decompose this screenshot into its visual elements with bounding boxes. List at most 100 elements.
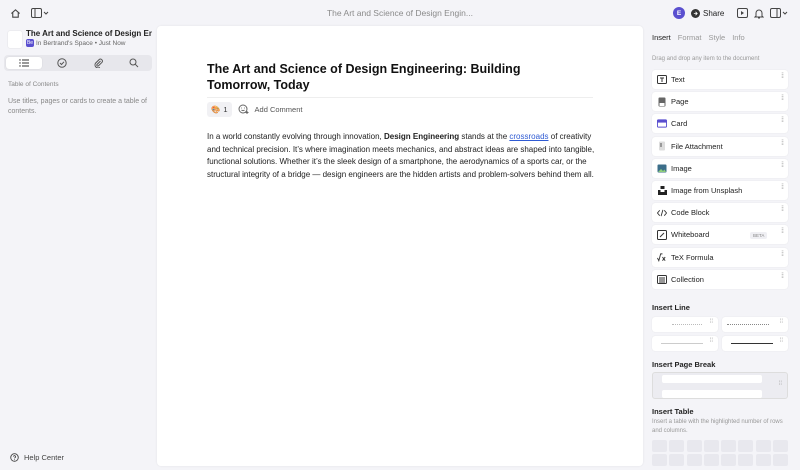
insert-panel: Insert Format Style Info Drag and drop a… <box>646 26 800 470</box>
table-cell[interactable] <box>773 454 789 467</box>
code-icon <box>657 208 667 218</box>
insert-items: Text ⁞⁞ Page ⁞⁞ Card ⁞⁞ File Attachment … <box>652 70 788 292</box>
insert-image-unsplash[interactable]: Image from Unsplash ⁞⁞ <box>652 180 788 200</box>
insert-image[interactable]: Image ⁞⁞ <box>652 158 788 178</box>
tab-attachments[interactable] <box>80 55 116 71</box>
drag-handle-icon[interactable]: ⁞⁞ <box>781 228 784 235</box>
table-cell[interactable] <box>773 440 789 452</box>
drag-handle-icon[interactable]: ⁞⁞ <box>780 338 783 344</box>
drag-handle-icon[interactable]: ⁞⁞ <box>781 206 784 213</box>
line-preview <box>661 343 703 344</box>
table-cell[interactable] <box>652 454 667 467</box>
share-button[interactable]: Share <box>691 6 724 20</box>
drag-handle-icon[interactable]: ⁞⁞ <box>710 338 713 344</box>
present-icon[interactable] <box>735 6 749 20</box>
table-cell[interactable] <box>652 440 667 452</box>
drag-handle-icon[interactable]: ⁞⁞ <box>781 273 784 280</box>
insert-item-label: Whiteboard <box>671 230 710 240</box>
insert-file-attachment[interactable]: File Attachment ⁞⁞ <box>652 136 788 156</box>
drag-handle-icon[interactable]: ⁞⁞ <box>710 319 713 325</box>
tab-tasks[interactable] <box>44 55 80 71</box>
panel-tabs: Insert Format Style Info <box>652 33 745 42</box>
tab-toc[interactable] <box>6 57 42 69</box>
page-break-preview-top <box>662 375 762 383</box>
table-cell[interactable] <box>669 454 685 467</box>
crossroads-link[interactable]: crossroads <box>509 132 548 141</box>
insert-card[interactable]: Card ⁞⁞ <box>652 114 788 134</box>
insert-item-label: Image from Unsplash <box>671 185 743 195</box>
line-dotted-dense[interactable]: ⁞⁞ <box>722 317 788 332</box>
toc-title: Table of Contents <box>8 81 59 88</box>
drag-handle-icon[interactable]: ⁞⁞ <box>781 184 784 191</box>
list-icon <box>19 59 29 67</box>
tab-insert[interactable]: Insert <box>652 33 671 42</box>
insert-page[interactable]: Page ⁞⁞ <box>652 92 788 112</box>
palette-emoji-icon: 🎨 <box>211 105 221 114</box>
drag-handle-icon[interactable]: ⁞⁞ <box>781 95 784 102</box>
insert-item-label: Page <box>671 97 689 107</box>
insert-text[interactable]: Text ⁞⁞ <box>652 70 788 89</box>
drag-handle-icon[interactable]: ⁞⁞ <box>781 140 784 147</box>
share-label: Share <box>703 8 725 18</box>
panel-toggle-icon[interactable] <box>769 6 789 20</box>
bell-icon[interactable] <box>752 6 766 20</box>
add-comment-button[interactable]: Add Comment <box>255 105 303 114</box>
para-text-1: In a world constantly evolving through i… <box>207 132 384 141</box>
card-icon <box>657 119 667 129</box>
formula-icon <box>657 252 667 262</box>
drag-handle-icon[interactable]: ⁞⁞ <box>781 162 784 169</box>
text-icon <box>657 75 667 85</box>
table-cell[interactable] <box>703 454 719 467</box>
help-center-link[interactable]: Help Center <box>10 453 64 462</box>
line-thick[interactable]: ⁞⁞ <box>722 336 788 351</box>
line-dotted-sparse[interactable]: ⁞⁞ <box>652 317 718 332</box>
table-cell[interactable] <box>721 440 737 452</box>
unsplash-icon <box>657 185 667 195</box>
editor[interactable]: The Art and Science of Design Engineerin… <box>157 26 643 466</box>
insert-item-label: TeX Formula <box>671 252 714 262</box>
body-paragraph[interactable]: In a world constantly evolving through i… <box>207 131 597 181</box>
insert-page-break-heading: Insert Page Break <box>652 360 716 369</box>
line-preview <box>672 324 702 325</box>
drag-handle-icon[interactable]: ⁞⁞ <box>781 73 784 80</box>
search-icon <box>129 58 139 68</box>
tab-format[interactable]: Format <box>678 33 702 42</box>
paperclip-icon <box>94 58 103 68</box>
avatar[interactable]: E <box>673 7 685 19</box>
insert-whiteboard[interactable]: Whiteboard BETA ⁞⁞ <box>652 225 788 245</box>
top-bar: The Art and Science of Design Engin... E… <box>0 0 800 26</box>
toc-empty-text: Use titles, pages or cards to create a t… <box>8 98 147 115</box>
document-title[interactable]: The Art and Science of Design Engineerin… <box>207 61 567 93</box>
para-text-2: stands at the <box>459 132 510 141</box>
insert-hint: Drag and drop any item to the document <box>652 56 760 62</box>
reaction-count: 1 <box>223 105 228 114</box>
page-break-item[interactable]: ⁞⁞ <box>652 372 788 399</box>
insert-collection[interactable]: Collection ⁞⁞ <box>652 269 788 289</box>
tab-style[interactable]: Style <box>709 33 726 42</box>
tab-search[interactable] <box>116 55 152 71</box>
table-cell[interactable] <box>703 440 719 452</box>
drag-handle-icon[interactable]: ⁞⁞ <box>781 117 784 124</box>
whiteboard-icon <box>657 229 667 240</box>
table-cell[interactable] <box>738 440 754 452</box>
insert-item-label: Card <box>671 119 688 129</box>
sidebar-doc-name[interactable]: The Art and Science of Design Eng... <box>26 29 152 38</box>
table-cell[interactable] <box>738 454 754 467</box>
table-cell[interactable] <box>686 440 702 452</box>
line-thin[interactable]: ⁞⁞ <box>652 336 718 351</box>
table-size-grid[interactable] <box>652 440 789 467</box>
tab-info[interactable]: Info <box>732 33 745 42</box>
insert-tex-formula[interactable]: TeX Formula ⁞⁞ <box>652 247 788 267</box>
drag-handle-icon[interactable]: ⁞⁞ <box>779 381 782 387</box>
table-cell[interactable] <box>755 440 771 452</box>
table-cell[interactable] <box>669 440 685 452</box>
drag-handle-icon[interactable]: ⁞⁞ <box>780 319 783 325</box>
table-cell[interactable] <box>721 454 737 467</box>
table-cell[interactable] <box>686 454 702 467</box>
doc-actions-row: 🎨 1 Add Comment <box>207 102 302 117</box>
reaction-pill[interactable]: 🎨 1 <box>207 102 232 117</box>
table-cell[interactable] <box>755 454 771 467</box>
insert-code-block[interactable]: Code Block ⁞⁞ <box>652 203 788 223</box>
drag-handle-icon[interactable]: ⁞⁞ <box>781 251 784 258</box>
add-reaction-icon[interactable] <box>238 104 249 116</box>
